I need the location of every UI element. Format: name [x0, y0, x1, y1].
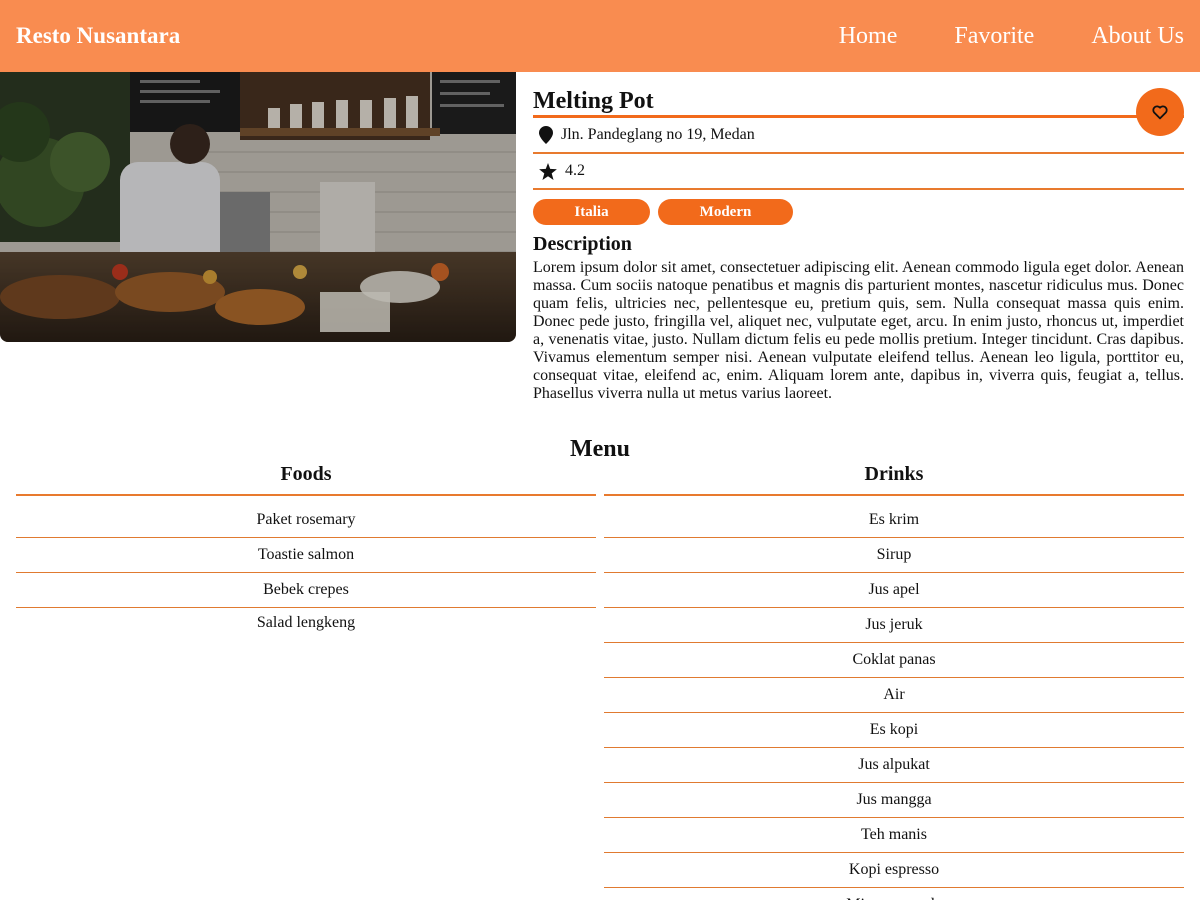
food-item: Salad lengkeng — [256, 614, 356, 631]
food-item: Toastie salmon — [16, 538, 596, 573]
drink-item: Jus jeruk — [604, 608, 1184, 643]
drink-item: Jus alpukat — [604, 748, 1184, 783]
foods-list: Paket rosemary Toastie salmon Bebek crep… — [16, 503, 596, 643]
drink-item: Coklat panas — [604, 643, 1184, 678]
drink-item: Teh manis — [604, 818, 1184, 853]
restaurant-hero-image — [0, 72, 516, 342]
drink-item: Es kopi — [604, 713, 1184, 748]
heart-outline-icon — [1152, 105, 1168, 120]
brand-title[interactable]: Resto Nusantara — [16, 23, 180, 49]
top-navbar: Resto Nusantara Home Favorite About Us — [0, 0, 1200, 72]
restaurant-detail: Melting Pot Jln. Pandeglang no 19, Medan… — [533, 87, 1184, 403]
drinks-column: Drinks Es krim Sirup Jus apel Jus jeruk … — [604, 461, 1184, 900]
category-tag: Italia — [533, 199, 650, 225]
nav-link-favorite[interactable]: Favorite — [954, 23, 1034, 50]
address-text: Jln. Pandeglang no 19, Medan — [561, 126, 755, 143]
drink-item: Es krim — [604, 503, 1184, 538]
drink-item: Air — [604, 678, 1184, 713]
favorite-button[interactable] — [1136, 88, 1184, 136]
nav-link-home[interactable]: Home — [839, 23, 898, 50]
map-pin-icon — [539, 126, 553, 144]
rating-row: 4.2 — [533, 154, 1184, 190]
nav-link-about-us[interactable]: About Us — [1091, 23, 1184, 50]
nav-links: Home Favorite About Us — [782, 23, 1184, 50]
foods-heading: Foods — [16, 461, 596, 496]
drink-item: Jus apel — [604, 573, 1184, 608]
restaurant-name: Melting Pot — [533, 87, 1184, 118]
drink-item: Minuman soda — [604, 888, 1184, 900]
rating-value: 4.2 — [565, 162, 585, 179]
drink-item: Sirup — [604, 538, 1184, 573]
category-tags: Italia Modern — [533, 199, 1184, 225]
foods-column: Foods Paket rosemary Toastie salmon Bebe… — [16, 461, 596, 643]
menu-heading: Menu — [570, 436, 630, 462]
food-item: Paket rosemary — [16, 503, 596, 538]
drinks-list: Es krim Sirup Jus apel Jus jeruk Coklat … — [604, 503, 1184, 900]
food-item: Bebek crepes — [16, 573, 596, 608]
drinks-heading: Drinks — [604, 461, 1184, 496]
category-tag: Modern — [658, 199, 793, 225]
drink-item: Kopi espresso — [604, 853, 1184, 888]
description-heading: Description — [533, 233, 632, 255]
star-icon — [539, 162, 557, 180]
description-text: Lorem ipsum dolor sit amet, consectetuer… — [533, 259, 1184, 402]
address-row: Jln. Pandeglang no 19, Medan — [533, 118, 1184, 154]
drink-item: Jus mangga — [604, 783, 1184, 818]
